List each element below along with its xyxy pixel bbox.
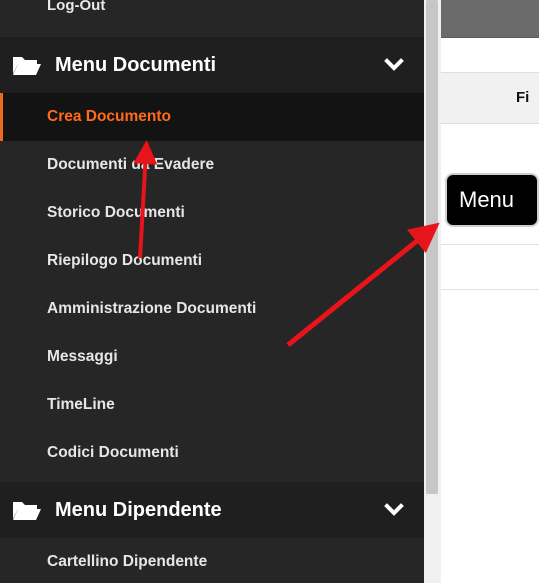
sidebar-item-crea-documento[interactable]: Crea Documento (0, 93, 424, 141)
sidebar-item-cartellino-dipendente[interactable]: Cartellino Dipendente (0, 538, 424, 583)
folder-open-icon (13, 57, 41, 75)
main-content: Fi Menu (441, 0, 539, 583)
menu-button[interactable]: Menu (445, 173, 539, 227)
sidebar-item-messaggi[interactable]: Messaggi (0, 333, 424, 381)
section-header-menu-dipendente[interactable]: Menu Dipendente (0, 482, 424, 538)
folder-open-icon (13, 502, 41, 520)
chevron-down-icon[interactable] (384, 500, 404, 520)
divider (441, 289, 539, 290)
sidebar-item-timeline[interactable]: TimeLine (0, 381, 424, 429)
divider (441, 244, 539, 245)
sidebar-item-amministrazione-documenti[interactable]: Amministrazione Documenti (0, 285, 424, 333)
sidebar-item-storico-documenti[interactable]: Storico Documenti (0, 189, 424, 237)
chevron-down-icon[interactable] (384, 55, 404, 75)
sidebar-item-label: Messaggi (47, 348, 118, 365)
sidebar-item-label: Crea Documento (47, 108, 172, 125)
table-header: Fi (441, 72, 539, 124)
sidebar-item-label: Documenti da Evadere (47, 156, 215, 173)
top-bar (441, 0, 539, 38)
sidebar-item-codici-documenti[interactable]: Codici Documenti (0, 429, 424, 477)
section-title: Menu Dipendente (55, 499, 222, 521)
sidebar-item-documenti-da-evadere[interactable]: Documenti da Evadere (0, 141, 424, 189)
sidebar-item-label: Storico Documenti (47, 204, 185, 221)
sidebar-item-label: Riepilogo Documenti (47, 252, 202, 269)
sidebar-item-label: Codici Documenti (47, 444, 179, 461)
sidebar-item-label: Cartellino Dipendente (47, 553, 208, 570)
sidebar-item-label: Amministrazione Documenti (47, 300, 257, 317)
scrollbar-thumb[interactable] (426, 0, 438, 494)
table-header-cell: Fi (516, 89, 530, 106)
sidebar: Log-Out Menu Documenti Crea Documento Do… (0, 0, 424, 583)
sidebar-item-label: TimeLine (47, 396, 115, 413)
sidebar-scrollbar[interactable] (424, 0, 441, 583)
sidebar-item-riepilogo-documenti[interactable]: Riepilogo Documenti (0, 237, 424, 285)
section-title: Menu Documenti (55, 54, 217, 76)
sidebar-item-logout[interactable]: Log-Out (47, 0, 105, 17)
section-header-menu-documenti[interactable]: Menu Documenti (0, 37, 424, 93)
